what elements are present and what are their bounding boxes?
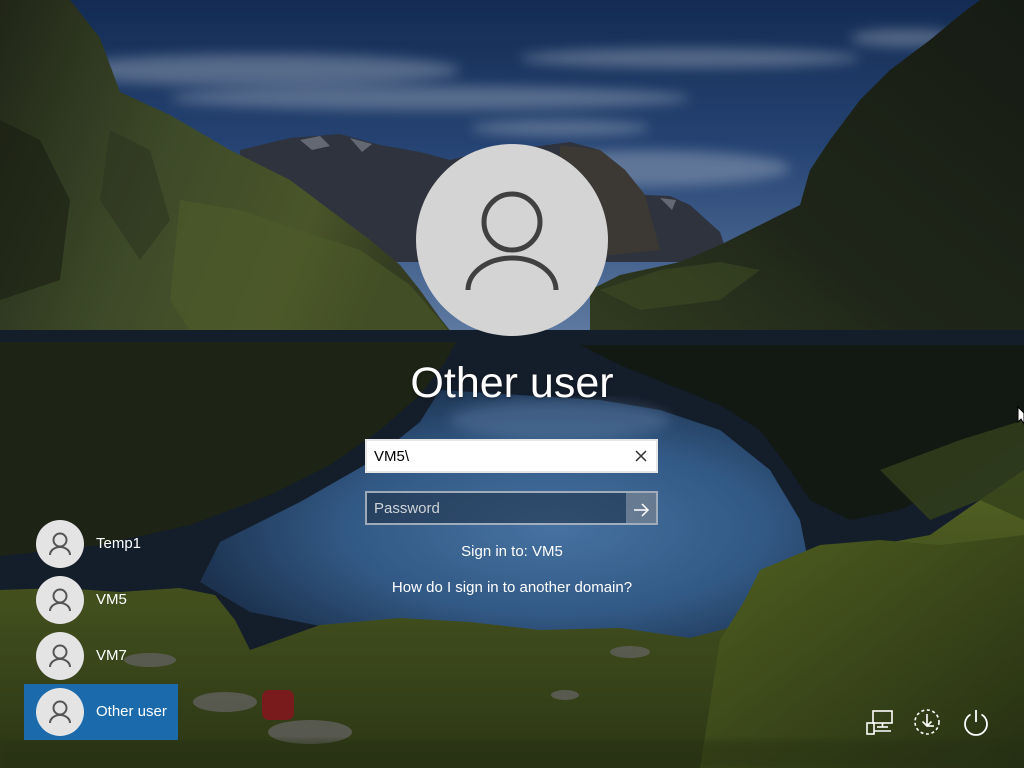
user-item-label: VM5: [96, 591, 127, 608]
password-field: [365, 491, 658, 525]
power-icon: [964, 710, 988, 736]
user-icon: [465, 191, 559, 291]
submit-button[interactable]: [626, 493, 656, 523]
domain-help-link[interactable]: How do I sign in to another domain?: [392, 579, 632, 596]
account-name: Other user: [410, 359, 614, 407]
user-item-other-user[interactable]: Other user: [24, 684, 178, 740]
power-button[interactable]: [956, 702, 996, 742]
account-avatar: [416, 144, 608, 336]
user-avatar: [36, 576, 84, 624]
ease-of-access-icon: [914, 709, 940, 735]
user-item-label: Other user: [96, 703, 167, 720]
ease-of-access-button[interactable]: [907, 702, 947, 742]
user-icon: [49, 588, 71, 612]
username-field: [365, 439, 658, 473]
username-input[interactable]: [367, 441, 625, 471]
clear-username-button[interactable]: [628, 443, 654, 469]
arrow-right-icon: [634, 502, 650, 517]
user-icon: [49, 644, 71, 668]
user-avatar: [36, 632, 84, 680]
user-icon: [49, 532, 71, 556]
user-avatar: [36, 520, 84, 568]
user-item-vm5[interactable]: VM5: [24, 572, 178, 628]
network-icon: [866, 710, 893, 735]
close-icon: [635, 450, 647, 462]
user-item-vm7[interactable]: VM7: [24, 628, 178, 684]
lock-screen: Other user Sign in to: VM5 How do I sign…: [0, 0, 1024, 768]
user-item-label: Temp1: [96, 535, 142, 552]
user-item-temp1[interactable]: Temp1: [24, 516, 178, 572]
network-button[interactable]: [860, 702, 900, 742]
user-avatar: [36, 688, 84, 736]
user-icon: [49, 700, 71, 724]
user-item-label: VM7: [96, 647, 127, 664]
user-list: Temp1 VM5 VM7 Other user: [24, 516, 178, 740]
password-input[interactable]: [367, 493, 625, 523]
